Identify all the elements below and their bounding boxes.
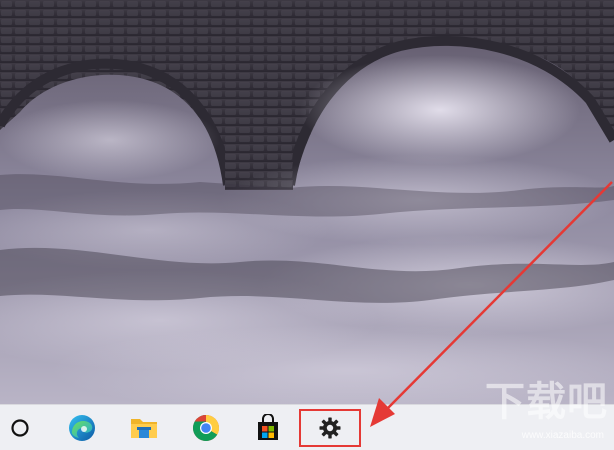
chrome-icon	[192, 415, 220, 442]
edge-icon	[69, 415, 95, 441]
taskbar-edge-button[interactable]	[62, 409, 102, 447]
taskbar	[0, 404, 614, 450]
desktop-screen: 下载吧 www.xiazaiba.com	[0, 0, 614, 450]
folder-icon	[131, 419, 157, 438]
desktop-wallpaper	[0, 0, 614, 404]
taskbar-file-explorer-button[interactable]	[124, 409, 164, 447]
microsoft-store-icon	[258, 414, 278, 440]
cortana-search-button[interactable]	[0, 409, 40, 447]
cortana-circle-icon	[11, 419, 29, 437]
taskbar-settings-button[interactable]	[310, 409, 350, 447]
taskbar-store-button[interactable]	[248, 409, 288, 447]
gear-icon	[319, 417, 341, 439]
taskbar-chrome-button[interactable]	[186, 409, 226, 447]
